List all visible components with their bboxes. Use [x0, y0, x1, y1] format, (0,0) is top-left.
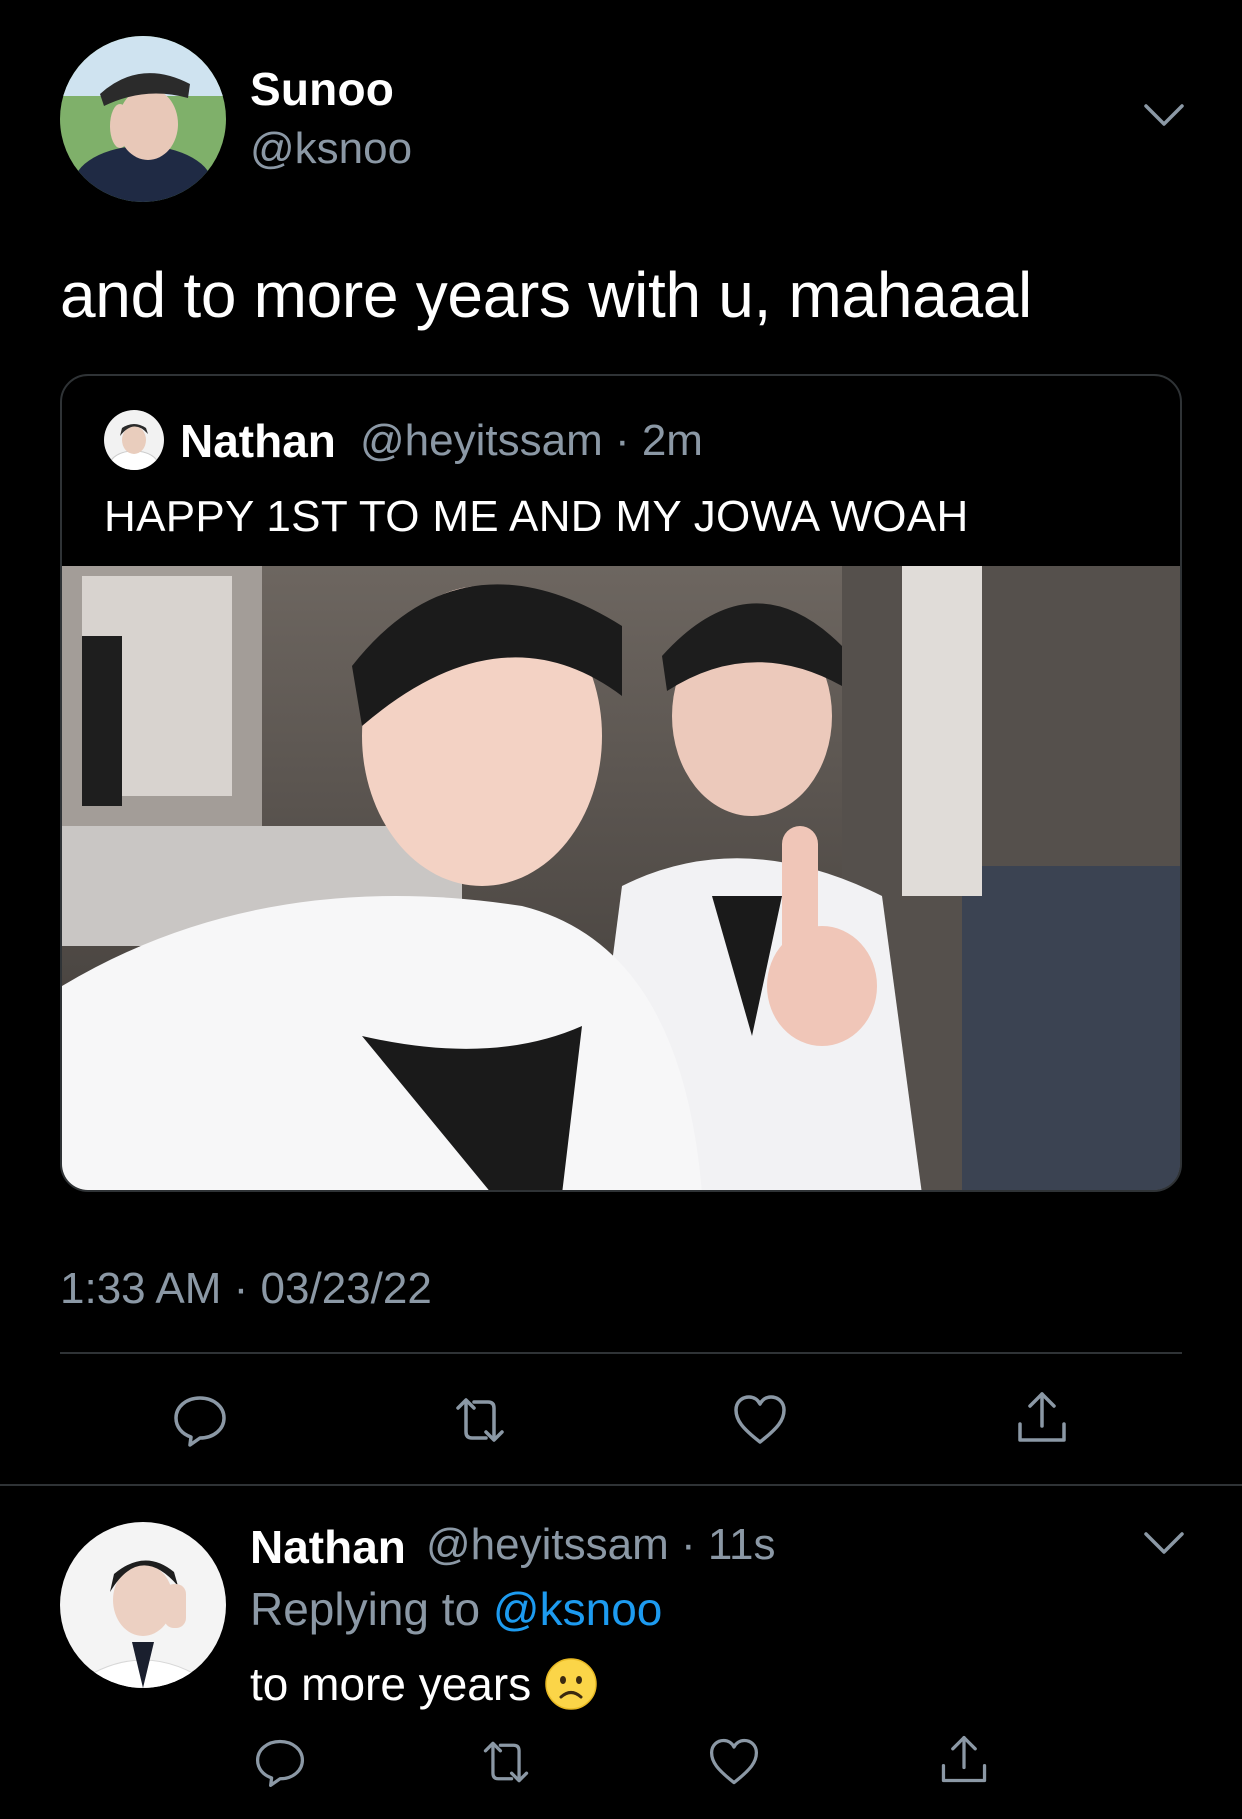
tweet-timestamp[interactable]: 1:33 AM · 03/23/22: [60, 1264, 432, 1314]
heart-icon[interactable]: [730, 1390, 790, 1450]
author-handle[interactable]: @ksnoo: [250, 124, 412, 174]
replying-to-label: Replying to: [250, 1583, 481, 1635]
share-icon[interactable]: [1012, 1388, 1072, 1448]
quoted-tweet-text: HAPPY 1ST TO ME AND MY JOWA WOAH: [104, 492, 969, 541]
quoted-tweet-card[interactable]: Nathan @heyitssam · 2m HAPPY 1ST TO ME A…: [60, 374, 1182, 1192]
reply-text: to more years: [250, 1656, 599, 1712]
frowning-face-emoji-icon: [543, 1656, 599, 1712]
quoted-tweet-photo[interactable]: [62, 566, 1180, 1190]
reply-icon[interactable]: [252, 1734, 308, 1790]
divider: [60, 1352, 1182, 1354]
quoted-author-meta: @heyitssam · 2m: [360, 416, 703, 465]
chevron-down-icon[interactable]: [1142, 100, 1186, 130]
divider: [0, 1484, 1242, 1486]
quoted-author-avatar: [104, 410, 164, 470]
author-name[interactable]: Sunoo: [250, 62, 394, 116]
reply-icon[interactable]: [170, 1390, 230, 1450]
reply-author-name[interactable]: Nathan: [250, 1520, 406, 1574]
retweet-icon[interactable]: [450, 1390, 510, 1450]
reply-text-body: to more years: [250, 1658, 532, 1710]
avatar-image: [60, 36, 226, 202]
quoted-author-name: Nathan: [180, 415, 336, 467]
reply-author-avatar[interactable]: [60, 1522, 226, 1688]
share-icon[interactable]: [936, 1732, 992, 1788]
chevron-down-icon[interactable]: [1142, 1528, 1186, 1558]
replying-to-context: Replying to @ksnoo: [250, 1582, 662, 1636]
reply-author-meta: @heyitssam · 11s: [426, 1520, 776, 1569]
tweet-text: and to more years with u, mahaaal: [60, 259, 1032, 331]
mention-link[interactable]: @ksnoo: [493, 1583, 662, 1635]
retweet-icon[interactable]: [478, 1734, 534, 1790]
author-avatar[interactable]: [60, 36, 226, 202]
heart-icon[interactable]: [706, 1734, 762, 1790]
